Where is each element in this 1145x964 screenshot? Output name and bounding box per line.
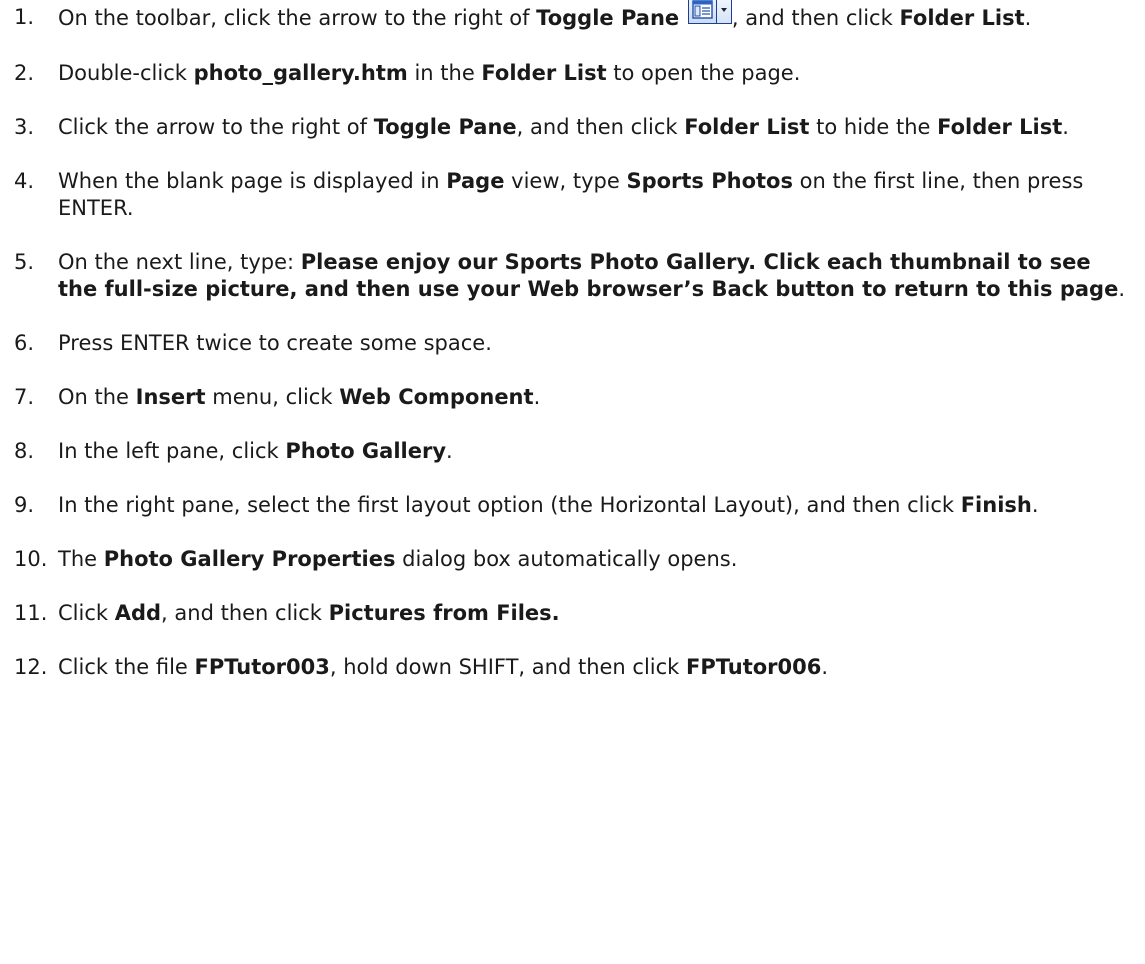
text-run: in the <box>407 61 482 85</box>
text-run: . <box>1024 6 1032 30</box>
bold-term: Photo Gallery <box>285 439 447 463</box>
text-run: . <box>533 385 541 409</box>
bold-term: Folder List <box>481 61 607 85</box>
step-item: 6. Press ENTER twice to create some space… <box>0 330 1145 357</box>
step-text: Click the file FPTutor003, hold down SHI… <box>58 655 828 679</box>
text-run: In the right pane, select the first layo… <box>58 493 961 517</box>
text-run: dialog box automatically opens. <box>395 547 738 571</box>
text-run: . <box>1118 277 1126 301</box>
text-run: , and then click <box>161 601 329 625</box>
text-run: menu, click <box>205 385 340 409</box>
step-number: 3. <box>14 115 35 139</box>
step-number: 5. <box>14 250 35 274</box>
text-run: . <box>1031 493 1039 517</box>
step-number: 4. <box>14 169 35 193</box>
step-item: 3. Click the arrow to the right of Toggle… <box>0 114 1145 141</box>
text-run <box>679 6 686 30</box>
text-run: On the <box>58 385 136 409</box>
text-run: . <box>821 655 829 679</box>
step-text: Click the arrow to the right of Toggle P… <box>58 115 1069 139</box>
step-item: 9. In the right pane, select the first la… <box>0 492 1145 519</box>
text-run: . <box>1062 115 1069 139</box>
step-number: 1. <box>14 5 35 29</box>
step-item: 5. On the next line, type: Please enjoy o… <box>0 249 1145 303</box>
bold-term: Folder List <box>684 115 810 139</box>
text-run: Press ENTER twice to create some space. <box>58 331 492 355</box>
text-run: The <box>58 547 104 571</box>
step-text: On the next line, type: Please enjoy our… <box>58 250 1125 301</box>
step-number: 11. <box>14 601 48 625</box>
instruction-steps: 1. On the toolbar, click the arrow to the… <box>0 0 1145 681</box>
text-run: , and then click <box>731 6 900 30</box>
dropdown-arrow-icon <box>716 0 732 24</box>
step-number: 10. <box>14 547 48 571</box>
step-item: 8. In the left pane, click Photo Gallery. <box>0 438 1145 465</box>
text-run: , hold down SHIFT, and then click <box>329 655 687 679</box>
step-number: 9. <box>14 493 35 517</box>
step-text: In the right pane, select the first layo… <box>58 493 1039 517</box>
bold-term: Pictures from Files. <box>328 601 560 625</box>
text-run: On the next line, type: <box>58 250 301 274</box>
step-number: 6. <box>14 331 35 355</box>
text-run: Click the arrow to the right of <box>58 115 374 139</box>
step-item: 10. The Photo Gallery Properties dialog b… <box>0 546 1145 573</box>
text-run: to open the page. <box>606 61 801 85</box>
text-run: view, type <box>504 169 627 193</box>
step-text: Double-click photo_gallery.htm in the Fo… <box>58 61 800 85</box>
toggle-pane-button <box>687 0 732 33</box>
text-run: Double-click <box>58 61 194 85</box>
text-run: On the toolbar, click the arrow to the r… <box>58 6 537 30</box>
text-run: to hide the <box>809 115 938 139</box>
text-run: Click the file <box>58 655 195 679</box>
step-text: In the left pane, click Photo Gallery. <box>58 439 453 463</box>
step-item: 4. When the blank page is displayed in Pa… <box>0 168 1145 222</box>
bold-term: Toggle Pane <box>536 6 680 30</box>
text-run: , and then click <box>516 115 685 139</box>
step-number: 12. <box>14 655 48 679</box>
step-text: When the blank page is displayed in Page… <box>58 169 1083 220</box>
toggle-pane-icon <box>687 0 717 24</box>
step-item: 11. Click Add, and then click Pictures fr… <box>0 600 1145 627</box>
text-run: When the blank page is displayed in <box>58 169 447 193</box>
bold-term: photo_gallery.htm <box>193 61 408 85</box>
step-text: On the Insert menu, click Web Component. <box>58 385 540 409</box>
step-item: 2. Double-click photo_gallery.htm in the … <box>0 60 1145 87</box>
step-item: 7. On the Insert menu, click Web Componen… <box>0 384 1145 411</box>
text-run: Click <box>58 601 115 625</box>
bold-term: Page <box>446 169 505 193</box>
bold-term: FPTutor003 <box>194 655 330 679</box>
step-item: 12. Click the file FPTutor003, hold down … <box>0 654 1145 681</box>
bold-term: Add <box>114 601 162 625</box>
step-text: Click Add, and then click Pictures from … <box>58 601 560 625</box>
step-text: On the toolbar, click the arrow to the r… <box>58 0 1032 33</box>
step-number: 2. <box>14 61 35 85</box>
step-number: 8. <box>14 439 35 463</box>
bold-term: Folder List <box>899 6 1025 30</box>
bold-term: Photo Gallery Properties <box>103 547 396 571</box>
step-item: 1. On the toolbar, click the arrow to the… <box>0 0 1145 33</box>
bold-term: Web Component <box>339 385 534 409</box>
bold-term: Insert <box>135 385 206 409</box>
bold-term: FPTutor006 <box>686 655 822 679</box>
bold-term: Finish <box>960 493 1032 517</box>
bold-term: Toggle Pane <box>373 115 517 139</box>
bold-term: Sports Photos <box>626 169 793 193</box>
step-text: Press ENTER twice to create some space. <box>58 331 492 355</box>
text-run: In the left pane, click <box>58 439 286 463</box>
step-number: 7. <box>14 385 35 409</box>
bold-term: Folder List <box>937 115 1063 139</box>
text-run: . <box>446 439 453 463</box>
step-text: The Photo Gallery Properties dialog box … <box>58 547 737 571</box>
